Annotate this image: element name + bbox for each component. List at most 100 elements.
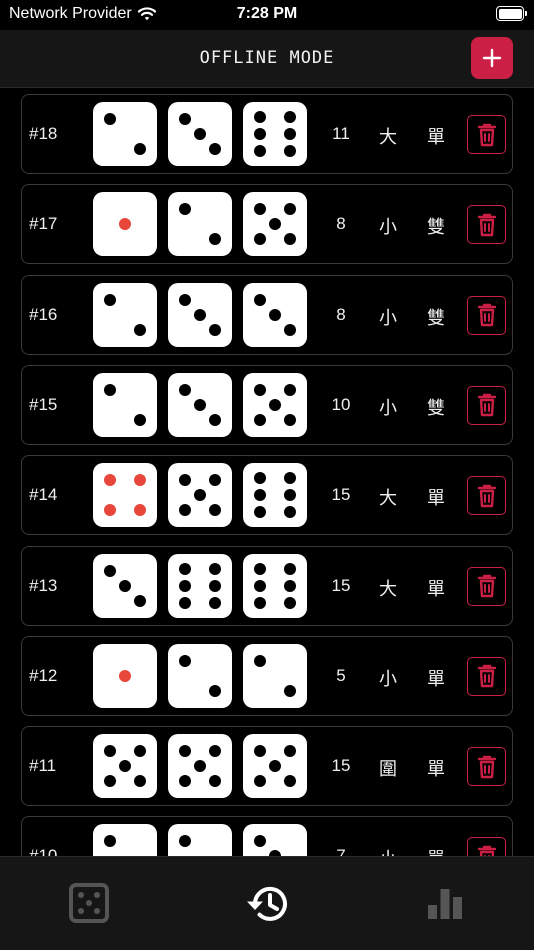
die-pip (269, 308, 281, 321)
die-pip (254, 579, 266, 592)
delete-roll-button[interactable] (467, 747, 506, 787)
die-face-2 (168, 192, 232, 257)
die-pip (194, 128, 206, 140)
trash-icon (477, 484, 496, 507)
die-pip (209, 323, 221, 336)
add-roll-button[interactable] (471, 37, 513, 79)
die-pip (104, 745, 116, 758)
roll-number: #18 (29, 124, 58, 143)
die-pip (254, 203, 266, 216)
die-pip (209, 143, 221, 155)
die-pip (179, 113, 191, 125)
die-pip (179, 474, 191, 487)
die-pip (254, 145, 266, 157)
die-pip (284, 128, 296, 140)
roll-row[interactable]: #12 5 小 單 (21, 635, 513, 716)
die-pip (179, 579, 191, 592)
status-time: 7:28 PM (236, 5, 298, 22)
roll-row[interactable]: #14 15 大 單 (21, 455, 513, 536)
die-pip (179, 835, 191, 848)
die-pip (179, 203, 191, 216)
die-pip (254, 835, 266, 848)
die-face-2 (168, 643, 232, 708)
delete-roll-button[interactable] (467, 566, 506, 606)
delete-roll-button[interactable] (467, 115, 506, 154)
roll-sum: 15 (331, 575, 351, 595)
page-title: OFFLINE MODE (199, 48, 335, 68)
die-pip (254, 745, 266, 758)
roll-row[interactable]: #15 10 小 雙 (21, 364, 513, 445)
die-pip (284, 745, 296, 758)
roll-sum: 11 (332, 124, 350, 143)
roll-row[interactable]: #18 11 大 單 (21, 94, 513, 174)
die-pip (254, 562, 266, 575)
delete-roll-button[interactable] (467, 205, 506, 245)
parity-label: 單 (427, 127, 445, 148)
delete-roll-button[interactable] (467, 385, 506, 425)
status-bar: Network Provider 7:28 PM (0, 0, 534, 30)
die-face-5 (243, 192, 307, 257)
tab-history[interactable] (178, 857, 356, 950)
die-pip (179, 775, 191, 788)
die-face-3 (168, 102, 232, 166)
die-pip (179, 383, 191, 396)
roll-row[interactable]: #17 8 小 雙 (21, 184, 513, 265)
die-pip (284, 579, 296, 592)
roll-sum: 5 (336, 665, 346, 685)
tab-stats[interactable] (356, 857, 534, 950)
die-pip (284, 684, 296, 697)
die-pip (209, 474, 221, 487)
die-pip (209, 233, 221, 246)
trash-icon (477, 574, 496, 598)
nav-bar: OFFLINE MODE (0, 30, 534, 88)
die-pip (284, 233, 296, 246)
die-pip (269, 218, 281, 231)
roll-row[interactable]: #16 8 小 雙 (21, 274, 513, 355)
tab-bar (0, 856, 534, 950)
die-pip (284, 323, 296, 336)
roll-number: #12 (29, 665, 58, 685)
die-pip (209, 413, 221, 426)
roll-row[interactable]: #13 15 大 單 (21, 545, 513, 626)
trash-icon (477, 665, 496, 688)
die-pip (254, 654, 266, 667)
roll-row[interactable]: #10 7 小 單 (21, 816, 513, 856)
die-pip (179, 293, 191, 306)
die-pip (254, 111, 266, 123)
die-pip (179, 596, 191, 609)
die-pip (209, 745, 221, 758)
die-face-2 (93, 102, 157, 166)
die-pip (134, 143, 146, 155)
die-pip (119, 579, 131, 592)
die-face-3 (168, 282, 232, 347)
bar-chart-icon (428, 889, 462, 919)
die-pip (119, 218, 131, 231)
die-pip (134, 504, 146, 517)
die-face-2 (93, 372, 157, 437)
history-icon (247, 886, 287, 921)
parity-label: 單 (422, 845, 450, 856)
delete-roll-button[interactable] (467, 476, 506, 516)
trash-icon (477, 303, 496, 327)
delete-roll-button[interactable] (467, 656, 506, 696)
size-small: 小 (379, 397, 397, 419)
size-small: 小 (374, 845, 402, 856)
die-pip (254, 506, 266, 519)
roll-history-list[interactable]: #18 11 大單 #17 8 小雙 #16 8 小雙 #15 10 小雙 #14 15 大單 #13 15 大單… (0, 88, 534, 856)
size-big: 大 (379, 488, 397, 510)
die-pip (119, 669, 131, 682)
die-pip (284, 562, 296, 575)
delete-roll-button[interactable] (467, 837, 506, 856)
die-face-1 (93, 192, 157, 257)
die-icon (69, 883, 109, 923)
delete-roll-button[interactable] (467, 295, 506, 335)
trash-icon (477, 123, 496, 146)
tab-roll[interactable] (0, 857, 178, 950)
die-pip (104, 383, 116, 396)
die-pip (284, 596, 296, 609)
roll-row[interactable]: #11 15 圍 單 (21, 726, 513, 807)
die-pip (194, 398, 206, 411)
die-pip (254, 489, 266, 502)
die-pip (284, 203, 296, 216)
die-pip (284, 775, 296, 788)
